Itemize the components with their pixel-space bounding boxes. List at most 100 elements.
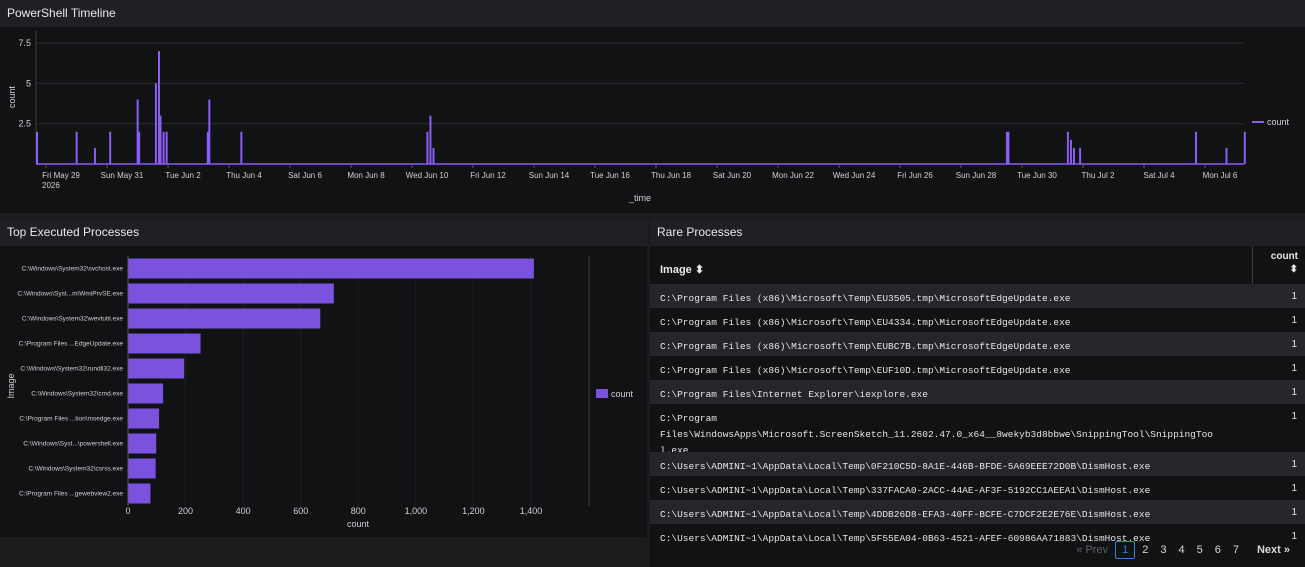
timeline-bar[interactable] (1066, 131, 1069, 164)
timeline-bar[interactable] (162, 131, 165, 164)
timeline-bar[interactable] (1079, 147, 1082, 164)
column-label: Image (660, 264, 692, 276)
legend-swatch (596, 389, 608, 398)
process-bar[interactable] (128, 408, 160, 429)
image-cell: C:\Program Files\Internet Explorer\iexpl… (660, 389, 928, 400)
x-tick-label: Thu Jul 2 (1082, 171, 1115, 180)
process-bar[interactable] (128, 308, 321, 329)
timeline-bar[interactable] (1243, 131, 1246, 164)
legend-label[interactable]: count (611, 389, 634, 399)
image-cell: C:\Users\ADMINI~1\AppData\Local\Temp\337… (660, 485, 1151, 496)
table-row[interactable]: C:\Program Files (x86)\Microsoft\Temp\EU… (650, 284, 1305, 308)
page-2-button[interactable]: 2 (1137, 542, 1153, 558)
x-tick-label: Fri Jun 26 (897, 171, 933, 180)
image-cell: C:\Program Files (x86)\Microsoft\Temp\EU… (660, 293, 1071, 304)
panel-title: Rare Processes (650, 219, 1305, 246)
timeline-chart[interactable]: 7.5 5 2.5 Fri May 29 Sun May 31 Tue Jun 2 Thu … (0, 27, 1305, 213)
timeline-bar[interactable] (432, 147, 435, 164)
process-bar[interactable] (128, 283, 334, 304)
timeline-bar[interactable] (36, 131, 38, 164)
table-row[interactable]: C:\Program Files (x86)\Microsoft\Temp\EU… (650, 308, 1305, 332)
x-tick-label: Tue Jun 30 (1017, 171, 1057, 180)
page-4-button[interactable]: 4 (1173, 542, 1189, 558)
page-6-button[interactable]: 6 (1210, 542, 1226, 558)
x-year-label: 2026 (42, 181, 60, 190)
image-cell: C:\Users\ADMINI~1\AppData\Local\Temp\0F2… (660, 461, 1151, 472)
table-row[interactable]: C:\Program Files (x86)\Microsoft\Temp\EU… (650, 332, 1305, 356)
table-row[interactable]: C:\Users\ADMINI~1\AppData\Local\Temp\4DD… (650, 500, 1305, 524)
x-tick-label: 1,200 (462, 506, 485, 516)
y-axis-label: Image (6, 373, 16, 398)
timeline-bar[interactable] (165, 131, 168, 164)
page-7-button[interactable]: 7 (1228, 542, 1244, 558)
count-cell: 1 (1291, 291, 1297, 302)
y-tick-label: 7.5 (18, 38, 31, 48)
prev-page-button[interactable]: « Prev (1071, 542, 1113, 558)
timeline-bar[interactable] (138, 131, 141, 164)
timeline-bar[interactable] (1195, 131, 1197, 164)
process-bar[interactable] (128, 333, 201, 354)
x-tick-label: 800 (351, 506, 366, 516)
x-tick-label: Sun Jun 28 (956, 171, 997, 180)
x-tick-label: Sat Jul 4 (1143, 171, 1175, 180)
x-tick-label: 600 (293, 506, 308, 516)
x-tick-label: Fri Jun 12 (470, 171, 506, 180)
timeline-bar[interactable] (240, 131, 243, 164)
legend-label[interactable]: count (1267, 117, 1290, 127)
x-tick-label: Wed Jun 10 (406, 171, 449, 180)
count-cell: 1 (1291, 339, 1297, 350)
page-3-button[interactable]: 3 (1155, 542, 1171, 558)
next-page-button[interactable]: Next » (1252, 542, 1295, 558)
x-tick-label: Wed Jun 24 (833, 171, 876, 180)
x-axis-label: _time (628, 193, 651, 203)
category-label: C:\Program Files ...EdgeUpdate.exe (19, 341, 124, 348)
timeline-bar[interactable] (429, 115, 432, 164)
category-label: C:\Windows\Syst...\powershell.exe (23, 441, 123, 448)
count-column-header[interactable]: count ⬍ (1271, 250, 1298, 276)
table-row[interactable]: C:\Program Files (x86)\Microsoft\Temp\EU… (650, 356, 1305, 380)
column-label: count (1270, 251, 1298, 262)
top-processes-panel: Top Executed Processes C:\Windows\System… (0, 219, 647, 537)
process-bar[interactable] (128, 358, 185, 379)
process-bar[interactable] (128, 383, 164, 404)
timeline-bar[interactable] (109, 131, 112, 164)
x-tick-label: 400 (236, 506, 251, 516)
count-cell: 1 (1291, 315, 1297, 326)
table-row[interactable]: C:\Users\ADMINI~1\AppData\Local\Temp\337… (650, 476, 1305, 500)
page-1-button[interactable]: 1 (1115, 541, 1136, 559)
table-row[interactable]: C:\Program Files\Internet Explorer\iexpl… (650, 380, 1305, 404)
sort-icon: ⬍ (694, 264, 705, 276)
table-row[interactable]: C:\Users\ADMINI~1\AppData\Local\Temp\0F2… (650, 452, 1305, 476)
x-axis-label: count (347, 519, 370, 529)
image-column-header[interactable]: Image ⬍ (660, 263, 704, 276)
y-tick-label: 5 (26, 78, 31, 88)
count-cell: 1 (1291, 411, 1297, 422)
process-bar[interactable] (128, 258, 534, 279)
table-body: C:\Program Files (x86)\Microsoft\Temp\EU… (650, 284, 1305, 548)
x-tick-label: Mon Jun 8 (347, 171, 385, 180)
x-tick-label: 0 (125, 506, 130, 516)
image-cell: C:\Program Files (x86)\Microsoft\Temp\EU… (660, 317, 1071, 328)
table-row[interactable]: C:\Program Files\WindowsApps\Microsoft.S… (650, 404, 1305, 456)
timeline-bar[interactable] (1073, 147, 1075, 164)
timeline-bar[interactable] (1225, 147, 1228, 164)
count-cell: 1 (1291, 459, 1297, 470)
image-cell: C:\Users\ADMINI~1\AppData\Local\Temp\4DD… (660, 509, 1151, 520)
timeline-bar[interactable] (1007, 131, 1010, 164)
process-bar[interactable] (128, 483, 151, 504)
top-processes-chart[interactable]: C:\Windows\System32\svchost.exe C:\Window… (0, 246, 647, 537)
timeline-bar[interactable] (75, 131, 78, 164)
page-5-button[interactable]: 5 (1192, 542, 1208, 558)
timeline-bar[interactable] (154, 83, 157, 164)
timeline-bar[interactable] (93, 147, 96, 164)
category-label: C:\Windows\System32\wevtutil.exe (22, 316, 124, 323)
process-bar[interactable] (128, 433, 157, 454)
timeline-bar[interactable] (1069, 139, 1072, 164)
process-bar[interactable] (128, 458, 156, 479)
y-tick-label: 2.5 (18, 119, 31, 129)
image-cell: C:\Program Files (x86)\Microsoft\Temp\EU… (660, 341, 1071, 352)
timeline-bar[interactable] (208, 99, 211, 164)
timeline-bar[interactable] (159, 115, 162, 164)
category-label: C:\Program Files ...gewebview2.exe (19, 491, 123, 498)
timeline-bar[interactable] (426, 131, 429, 164)
